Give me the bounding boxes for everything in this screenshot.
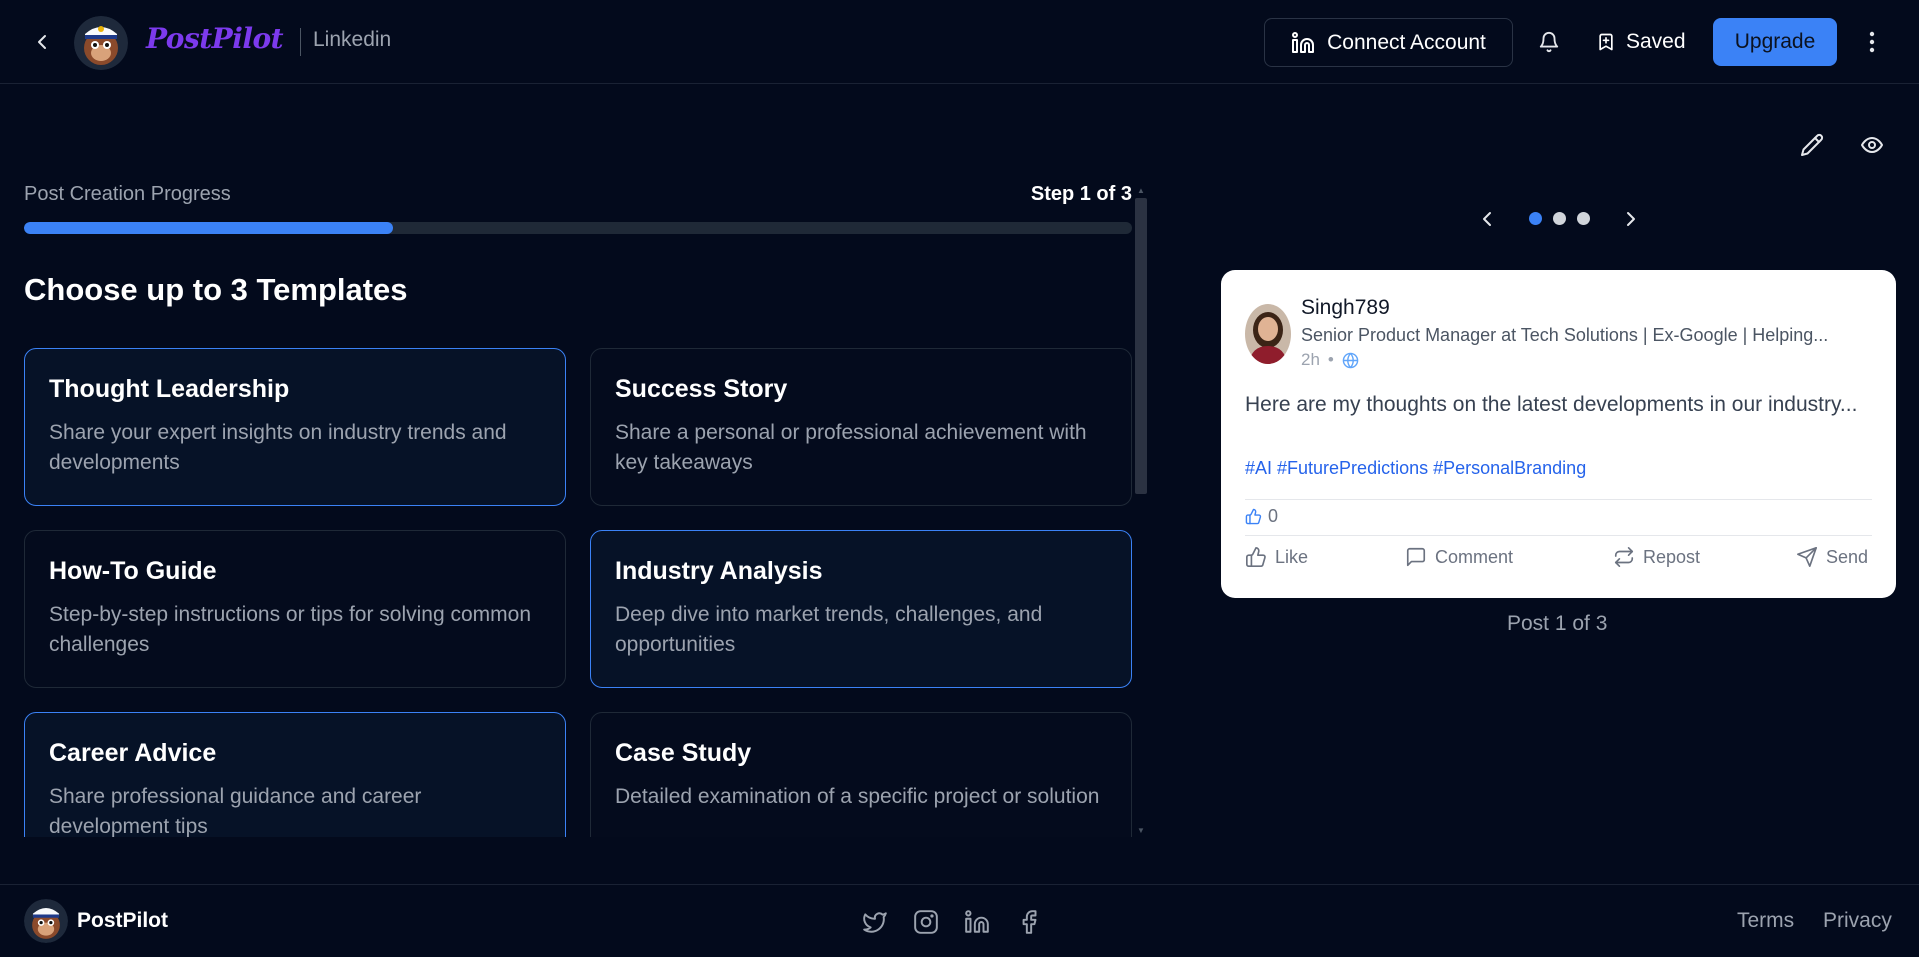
facebook-link[interactable]: [1014, 907, 1044, 937]
repost-icon: [1614, 547, 1634, 567]
template-title: Thought Leadership: [49, 375, 290, 403]
facebook-icon: [1022, 910, 1037, 934]
linkedin-icon: [1292, 31, 1315, 53]
carousel-dot-3[interactable]: [1577, 212, 1590, 225]
comment-action[interactable]: Comment: [1405, 546, 1513, 568]
template-card-industry-analysis[interactable]: Industry Analysis Deep dive into market …: [590, 530, 1132, 688]
reaction-count-value: 0: [1268, 506, 1279, 526]
thumbs-up-icon: [1246, 547, 1266, 567]
saved-button[interactable]: Saved: [1596, 24, 1686, 60]
progress-label: Post Creation Progress: [24, 183, 231, 205]
template-description: Detailed examination of a specific proje…: [615, 785, 1100, 808]
template-title: How-To Guide: [49, 557, 217, 585]
post-hashtags[interactable]: #AI #FuturePredictions #PersonalBranding: [1245, 458, 1586, 479]
brand-divider: [300, 28, 301, 56]
repost-action[interactable]: Repost: [1613, 546, 1700, 568]
template-description: Share your expert insights on industry t…: [49, 421, 507, 474]
post-counter: Post 1 of 3: [1507, 612, 1608, 635]
carousel-dot-1[interactable]: [1529, 212, 1542, 225]
footer-logo: [24, 899, 68, 943]
instagram-icon: [914, 910, 938, 934]
post-author-avatar: [1245, 304, 1291, 364]
preview-button[interactable]: [1857, 130, 1887, 160]
platform-label: Linkedin: [313, 28, 392, 51]
step-indicator: Step 1 of 3: [1030, 183, 1132, 205]
template-description: Step-by-step instructions or tips for so…: [49, 603, 532, 656]
progress-bar: [24, 222, 1132, 234]
globe-icon: [1342, 352, 1359, 368]
pencil-icon: [1801, 133, 1824, 156]
comment-icon: [1406, 547, 1426, 567]
more-options-button[interactable]: [1860, 26, 1884, 58]
template-list: Thought Leadership Share your expert ins…: [24, 348, 1133, 837]
terms-link[interactable]: Terms: [1737, 909, 1794, 933]
upgrade-button[interactable]: Upgrade: [1713, 18, 1837, 66]
template-title: Success Story: [615, 375, 788, 403]
like-action[interactable]: Like: [1245, 546, 1308, 568]
footer: PostPilot Terms Privacy: [0, 884, 1919, 957]
thumbs-up-icon: [1245, 508, 1262, 525]
scroll-down-arrow[interactable]: ▼: [1136, 826, 1146, 836]
logo-avatar: [74, 16, 128, 70]
connect-account-button[interactable]: Connect Account: [1264, 18, 1513, 67]
post-divider: [1245, 499, 1872, 500]
template-card-thought-leadership[interactable]: Thought Leadership Share your expert ins…: [24, 348, 566, 506]
eye-icon: [1861, 137, 1883, 153]
notifications-button[interactable]: [1534, 26, 1564, 58]
bookmark-icon: [1599, 33, 1613, 51]
section-title: Choose up to 3 Templates: [24, 272, 408, 307]
template-description: Share professional guidance and career d…: [49, 785, 422, 837]
send-icon: [1797, 547, 1817, 567]
comment-label: Comment: [1435, 546, 1514, 567]
post-author-name[interactable]: Singh789: [1301, 296, 1390, 320]
reaction-count: 0: [1245, 506, 1278, 527]
instagram-link[interactable]: [911, 907, 941, 937]
post-meta: 2h •: [1301, 350, 1359, 370]
linkedin-icon: [965, 910, 989, 933]
carousel-dot-2[interactable]: [1553, 212, 1566, 225]
linkedin-link[interactable]: [962, 907, 992, 937]
post-preview-card: Singh789 Senior Product Manager at Tech …: [1221, 270, 1896, 598]
template-card-how-to-guide[interactable]: How-To Guide Step-by-step instructions o…: [24, 530, 566, 688]
chevron-left-icon: [1483, 212, 1491, 226]
template-description: Deep dive into market trends, challenges…: [615, 603, 1043, 656]
chevron-right-icon: [1627, 212, 1635, 226]
scroll-thumb[interactable]: [1135, 198, 1147, 494]
carousel-prev-button[interactable]: [1475, 204, 1499, 234]
privacy-link[interactable]: Privacy: [1823, 909, 1892, 933]
footer-brand: PostPilot: [77, 909, 169, 932]
twitter-link[interactable]: [860, 907, 890, 937]
edit-button[interactable]: [1797, 130, 1827, 160]
template-title: Industry Analysis: [615, 557, 823, 585]
scrollbar[interactable]: ▲ ▼: [1135, 186, 1147, 836]
top-header: PostPilot Linkedin Connect Account Saved…: [0, 0, 1919, 84]
post-divider: [1245, 535, 1872, 536]
template-description: Share a personal or professional achieve…: [615, 421, 1087, 474]
brand-name: PostPilot: [146, 22, 284, 55]
chevron-left-icon: [38, 35, 46, 49]
progress-bar-fill: [24, 222, 393, 234]
carousel-next-button[interactable]: [1619, 204, 1643, 234]
post-time: 2h: [1301, 350, 1320, 369]
scroll-up-arrow[interactable]: ▲: [1136, 186, 1146, 196]
template-card-case-study[interactable]: Case Study Detailed examination of a spe…: [590, 712, 1132, 837]
connect-account-label: Connect Account: [1327, 30, 1486, 54]
post-body: Here are my thoughts on the latest devel…: [1245, 393, 1858, 416]
repost-label: Repost: [1643, 546, 1701, 567]
post-author-headline: Senior Product Manager at Tech Solutions…: [1301, 325, 1829, 345]
template-title: Case Study: [615, 739, 752, 767]
back-button[interactable]: [30, 28, 54, 56]
send-action[interactable]: Send: [1796, 546, 1868, 568]
template-title: Career Advice: [49, 739, 217, 767]
saved-label: Saved: [1626, 30, 1686, 53]
template-card-success-story[interactable]: Success Story Share a personal or profes…: [590, 348, 1132, 506]
like-label: Like: [1275, 546, 1309, 567]
post-meta-separator: •: [1327, 350, 1334, 369]
bell-icon: [1539, 32, 1559, 53]
twitter-icon: [863, 912, 887, 933]
vertical-dots-icon: [1869, 31, 1875, 53]
template-card-career-advice[interactable]: Career Advice Share professional guidanc…: [24, 712, 566, 837]
send-label: Send: [1826, 546, 1869, 567]
